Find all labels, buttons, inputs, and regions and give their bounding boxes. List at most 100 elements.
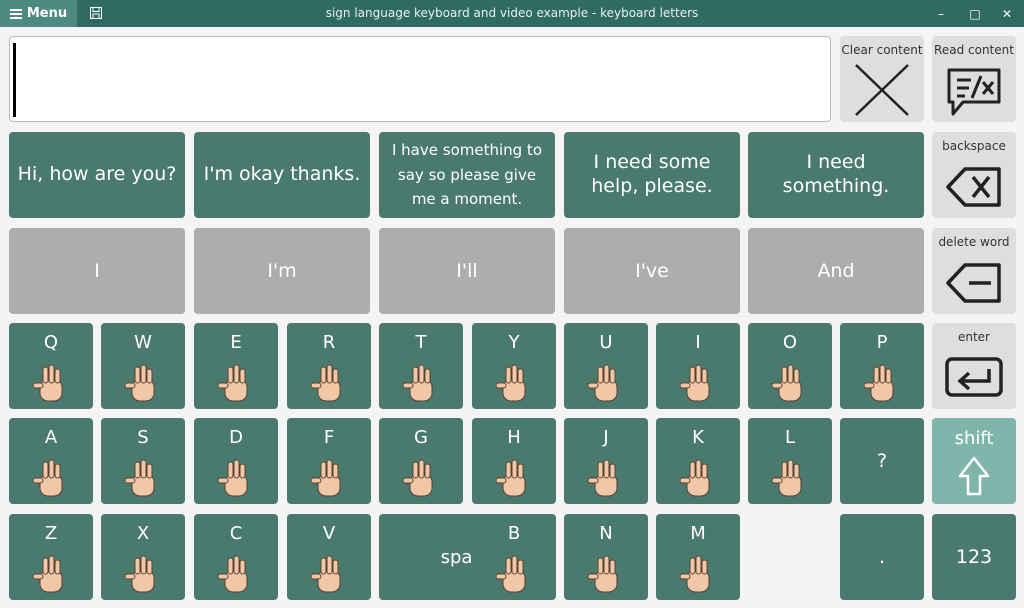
sign-hand-icon: [491, 458, 537, 506]
letter-key[interactable]: V: [287, 514, 371, 600]
sign-hand-icon: [306, 554, 352, 602]
letter-key[interactable]: M: [656, 514, 740, 600]
letter-key-label: U: [599, 332, 613, 353]
letter-key[interactable]: A: [9, 418, 93, 504]
menu-label: Menu: [26, 6, 68, 21]
phrase-button-2[interactable]: I'm okay thanks.: [194, 132, 370, 218]
delete-word-icon: [946, 263, 1001, 303]
sign-hand-icon: [675, 458, 721, 506]
letter-key-label: O: [782, 332, 798, 353]
sign-hand-icon: [675, 363, 721, 411]
text-caret: [13, 43, 16, 117]
letter-key-label: B: [507, 523, 521, 544]
sign-hand-icon: [120, 554, 166, 602]
period-key[interactable]: .: [840, 514, 924, 600]
delete-word-button[interactable]: delete word: [932, 228, 1016, 314]
letter-key-label: Z: [44, 523, 58, 544]
sign-hand-icon: [213, 554, 259, 602]
letter-key[interactable]: Z: [9, 514, 93, 600]
minimize-button[interactable]: –: [926, 0, 956, 27]
menu-button[interactable]: Menu: [0, 0, 77, 27]
letter-key[interactable]: L: [748, 418, 832, 504]
letter-key[interactable]: S: [101, 418, 185, 504]
word-button-5[interactable]: And: [748, 228, 924, 314]
letter-key-label: K: [692, 427, 704, 448]
title-bar: Menu sign language keyboard and video ex…: [0, 0, 1024, 27]
sign-hand-icon: [398, 458, 444, 506]
letter-key[interactable]: U: [564, 323, 648, 409]
letter-key-label: Q: [43, 332, 59, 353]
sign-hand-icon: [213, 363, 259, 411]
question-mark-key[interactable]: ?: [840, 418, 924, 504]
letter-key-label: E: [230, 332, 242, 353]
letter-key[interactable]: E: [194, 323, 278, 409]
hamburger-icon: [9, 8, 22, 19]
sign-hand-icon: [120, 363, 166, 411]
letter-key[interactable]: T: [379, 323, 463, 409]
letter-key-label: A: [44, 427, 58, 448]
backspace-button[interactable]: backspace: [932, 132, 1016, 218]
save-icon[interactable]: [90, 7, 102, 19]
letter-key-label: M: [690, 523, 706, 544]
sign-hand-icon: [491, 363, 537, 411]
sign-hand-icon: [28, 554, 74, 602]
letter-key[interactable]: I: [656, 323, 740, 409]
phrase-button-1[interactable]: Hi, how are you?: [9, 132, 185, 218]
sign-hand-icon: [583, 554, 629, 602]
letter-key[interactable]: G: [379, 418, 463, 504]
sign-hand-icon: [767, 458, 813, 506]
sign-hand-icon: [859, 363, 905, 411]
phrase-button-3[interactable]: I have something to say so please give m…: [379, 132, 555, 218]
letter-key-label: W: [134, 332, 152, 353]
word-button-4[interactable]: I've: [564, 228, 740, 314]
sign-hand-icon: [28, 363, 74, 411]
sign-hand-icon: [675, 554, 721, 602]
letter-key-label: P: [876, 332, 888, 353]
letter-key[interactable]: B: [472, 514, 556, 600]
word-button-2[interactable]: I'm: [194, 228, 370, 314]
read-content-button[interactable]: Read content: [932, 36, 1016, 122]
sign-hand-icon: [213, 458, 259, 506]
shift-key[interactable]: shift: [932, 418, 1016, 504]
maximize-button[interactable]: □: [960, 0, 990, 27]
letter-key[interactable]: H: [472, 418, 556, 504]
phrase-button-4[interactable]: I need some help, please.: [564, 132, 740, 218]
letter-key[interactable]: N: [564, 514, 648, 600]
letter-key[interactable]: R: [287, 323, 371, 409]
sign-hand-icon: [767, 363, 813, 411]
enter-icon: [945, 357, 1003, 397]
letter-key-label: S: [137, 427, 149, 448]
close-window-button[interactable]: ✕: [992, 0, 1022, 27]
letter-key[interactable]: Y: [472, 323, 556, 409]
sign-hand-icon: [583, 458, 629, 506]
message-text-area[interactable]: [9, 36, 831, 122]
letter-key[interactable]: J: [564, 418, 648, 504]
word-button-3[interactable]: I'll: [379, 228, 555, 314]
sign-hand-icon: [306, 363, 352, 411]
sign-hand-icon: [583, 363, 629, 411]
numbers-key[interactable]: 123: [932, 514, 1016, 600]
letter-key[interactable]: O: [748, 323, 832, 409]
letter-key-label: G: [414, 427, 428, 448]
clear-content-button[interactable]: Clear content: [840, 36, 924, 122]
letter-key[interactable]: K: [656, 418, 740, 504]
letter-key[interactable]: F: [287, 418, 371, 504]
letter-key-label: L: [784, 427, 796, 448]
clear-content-label: Clear content: [841, 43, 923, 57]
letter-key[interactable]: D: [194, 418, 278, 504]
sign-hand-icon: [120, 458, 166, 506]
backspace-label: backspace: [942, 139, 1006, 153]
letter-key-label: Y: [508, 332, 520, 353]
sign-hand-icon: [306, 458, 352, 506]
word-button-1[interactable]: I: [9, 228, 185, 314]
phrase-button-5[interactable]: I need something.: [748, 132, 924, 218]
letter-key[interactable]: Q: [9, 323, 93, 409]
letter-key[interactable]: P: [840, 323, 924, 409]
enter-button[interactable]: enter: [932, 323, 1016, 409]
letter-key-label: D: [229, 427, 243, 448]
letter-key[interactable]: C: [194, 514, 278, 600]
letter-key[interactable]: X: [101, 514, 185, 600]
letter-key[interactable]: W: [101, 323, 185, 409]
letter-key-label: C: [229, 523, 243, 544]
sign-hand-icon: [398, 363, 444, 411]
